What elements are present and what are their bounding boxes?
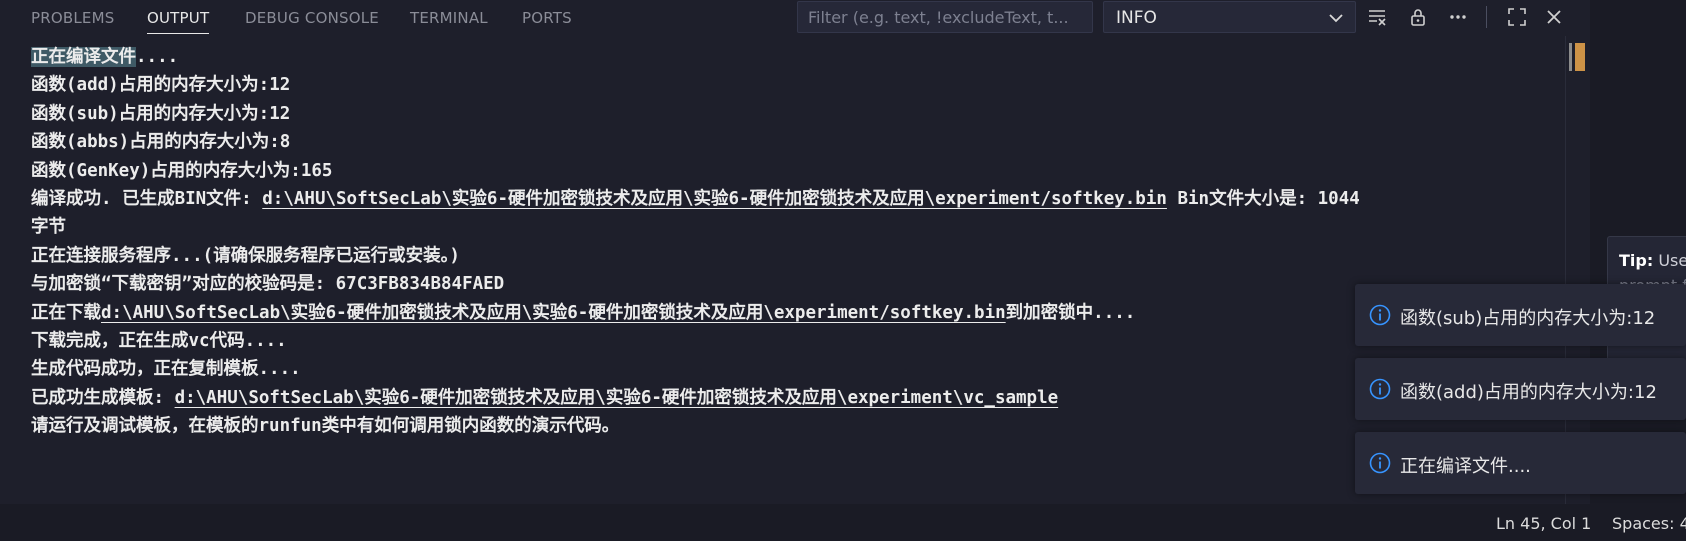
tip-text: Tip: Use xyxy=(1619,251,1686,270)
maximize-panel-icon[interactable] xyxy=(1506,6,1528,28)
log-line: 已成功生成模板: d:\AHU\SoftSecLab\实验6-硬件加密锁技术及应… xyxy=(31,384,1556,412)
log-line: 编译成功. 已生成BIN文件: d:\AHU\SoftSecLab\实验6-硬件… xyxy=(31,185,1556,213)
log-text: Bin文件大小是: 1044 xyxy=(1166,189,1360,210)
log-line: 与加密锁“下载密钥”对应的校验码是: 67C3FB834B84FAED xyxy=(31,274,505,295)
notification-message: 正在编译文件.... xyxy=(1400,456,1531,477)
scroll-marker xyxy=(1575,43,1585,71)
status-indentation[interactable]: Spaces: 4 xyxy=(1612,514,1686,533)
notification-toast[interactable]: 正在编译文件.... xyxy=(1355,432,1686,494)
notification-toast[interactable]: 函数(sub)占用的内存大小为:12 xyxy=(1355,284,1686,346)
selected-text: 正在编译文件 xyxy=(31,47,136,67)
log-level-value: INFO xyxy=(1116,8,1157,28)
lock-scroll-icon[interactable] xyxy=(1407,6,1429,28)
more-actions-icon[interactable] xyxy=(1447,6,1469,28)
log-text: 正在下载 xyxy=(31,302,101,323)
tab-problems[interactable]: PROBLEMS xyxy=(31,9,114,27)
log-line: 下载完成，正在生成vc代码.... xyxy=(31,331,287,352)
log-text: .... xyxy=(136,47,179,67)
file-path-link[interactable]: d:\AHU\SoftSecLab\实验6-硬件加密锁技术及应用\实验6-硬件加… xyxy=(101,303,1006,323)
log-line: 字节 xyxy=(31,217,66,238)
log-line: 正在连接服务程序...(请确保服务程序已运行或安装。) xyxy=(31,245,460,266)
tab-debug-console[interactable]: DEBUG CONSOLE xyxy=(245,9,379,27)
log-line: 函数(abbs)占用的内存大小为:8 xyxy=(31,132,291,153)
log-level-select[interactable]: INFO xyxy=(1103,1,1356,33)
log-line: 正在编译文件.... xyxy=(31,43,1556,71)
tab-terminal[interactable]: TERMINAL xyxy=(410,9,488,27)
scrollbar-thumb[interactable] xyxy=(1569,43,1572,71)
filter-input[interactable] xyxy=(797,1,1093,33)
info-icon xyxy=(1369,304,1391,326)
log-text: 已成功生成模板: xyxy=(31,387,175,408)
info-icon xyxy=(1369,378,1391,400)
log-line: 正在下载d:\AHU\SoftSecLab\实验6-硬件加密锁技术及应用\实验6… xyxy=(31,299,1556,327)
tab-ports[interactable]: PORTS xyxy=(522,9,572,27)
status-bar: Ln 45, Col 1 Spaces: 4 xyxy=(0,504,1686,541)
close-panel-icon[interactable] xyxy=(1543,6,1565,28)
toolbar-separator xyxy=(1486,6,1487,28)
output-log[interactable]: 正在编译文件.... 函数(add)占用的内存大小为:12 函数(sub)占用的… xyxy=(31,43,1556,441)
status-cursor-position[interactable]: Ln 45, Col 1 xyxy=(1496,514,1591,533)
notification-message: 函数(add)占用的内存大小为:12 xyxy=(1400,382,1657,403)
log-text: 到加密锁中.... xyxy=(1005,302,1136,323)
log-line: 函数(GenKey)占用的内存大小为:165 xyxy=(31,160,333,181)
log-text: 编译成功. 已生成BIN文件: xyxy=(31,189,263,210)
log-line: 函数(add)占用的内存大小为:12 xyxy=(31,75,291,96)
log-line: 函数(sub)占用的内存大小为:12 xyxy=(31,103,291,124)
info-icon xyxy=(1369,452,1391,474)
tab-output[interactable]: OUTPUT xyxy=(147,9,210,34)
folder-path-link[interactable]: d:\AHU\SoftSecLab\实验6-硬件加密锁技术及应用\实验6-硬件加… xyxy=(175,388,1059,408)
clear-output-icon[interactable] xyxy=(1366,6,1388,28)
log-line: 请运行及调试模板，在模板的runfun类中有如何调用锁内函数的演示代码。 xyxy=(31,416,620,437)
notification-toast[interactable]: 函数(add)占用的内存大小为:12 xyxy=(1355,358,1686,420)
chevron-down-icon xyxy=(1329,14,1343,23)
panel-header: PROBLEMS OUTPUT DEBUG CONSOLE TERMINAL P… xyxy=(0,0,1590,36)
log-line: 生成代码成功，正在复制模板.... xyxy=(31,359,301,380)
notification-message: 函数(sub)占用的内存大小为:12 xyxy=(1400,308,1656,329)
file-path-link[interactable]: d:\AHU\SoftSecLab\实验6-硬件加密锁技术及应用\实验6-硬件加… xyxy=(262,189,1167,209)
